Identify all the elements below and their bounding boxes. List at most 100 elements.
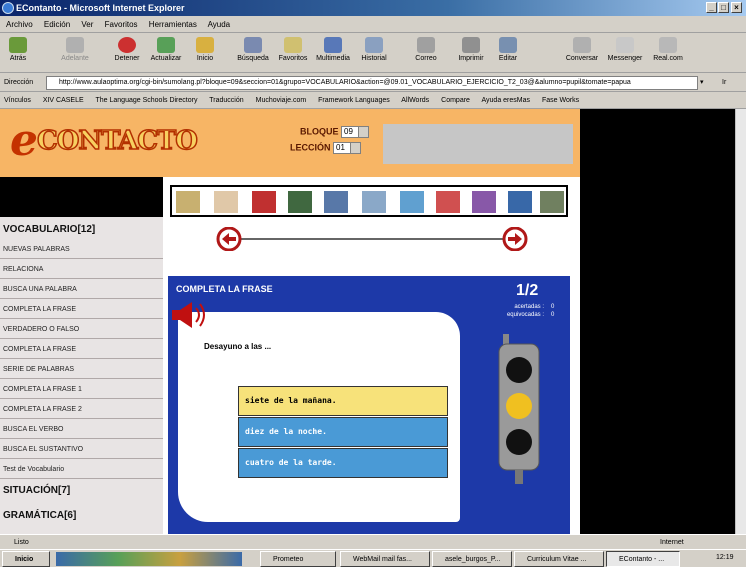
window-title: EContanto - Microsoft Internet Explorer — [16, 3, 185, 13]
sidebar-item[interactable]: COMPLETA LA FRASE — [0, 300, 163, 319]
bloque-row: BLOQUE 09 — [300, 126, 370, 138]
answer-option[interactable]: siete de la mañana. — [238, 386, 448, 416]
chart-icon[interactable] — [252, 191, 276, 213]
mail-button[interactable]: Correo — [410, 35, 442, 71]
sidebar-vocabulario[interactable]: VOCABULARIO[12] — [3, 224, 95, 235]
task-button[interactable]: Prometeo — [260, 551, 336, 567]
sidebar-gramatica[interactable]: GRAMÁTICA[6] — [3, 510, 76, 521]
minimize-button[interactable]: _ — [706, 2, 717, 13]
back-button[interactable]: Atrás — [4, 35, 32, 71]
forward-button[interactable]: Adelante — [58, 35, 92, 71]
menu-favoritos[interactable]: Favoritos — [105, 20, 138, 29]
search-button[interactable]: Búsqueda — [232, 35, 274, 71]
menu-archivo[interactable]: Archivo — [6, 20, 33, 29]
history-button[interactable]: Historial — [356, 35, 392, 71]
vertical-scrollbar[interactable] — [735, 109, 746, 534]
diamond-icon[interactable] — [400, 191, 424, 213]
menu-ver[interactable]: Ver — [81, 20, 93, 29]
pick-icon[interactable] — [176, 191, 200, 213]
favorites-button[interactable]: Favoritos — [274, 35, 312, 71]
sidebar-item[interactable]: Test de Vocabulario — [0, 460, 163, 479]
print-button[interactable]: Imprimir — [454, 35, 488, 71]
clock: 12:19 — [716, 554, 734, 561]
link-item[interactable]: Ayuda eresMas — [482, 97, 531, 104]
task-button[interactable]: Curriculum Vitae ... — [514, 551, 604, 567]
mail-icon — [417, 37, 435, 53]
equivocadas-value: 0 — [551, 312, 555, 318]
link-item[interactable]: XIV CASELE — [43, 97, 84, 104]
traffic-light-icon — [498, 334, 540, 484]
menu-herramientas[interactable]: Herramientas — [149, 20, 197, 29]
address-bar: Dirección http://www.aulaoptima.org/cgi-… — [0, 74, 746, 92]
status-text: Listo — [14, 539, 29, 546]
link-item[interactable]: Muchoviaje.com — [256, 97, 307, 104]
sidebar-situacion[interactable]: SITUACIÓN[7] — [3, 485, 70, 496]
close-button[interactable]: × — [731, 2, 742, 13]
link-item[interactable]: Compare — [441, 97, 470, 104]
edit-button[interactable]: Editar — [494, 35, 522, 71]
building-icon[interactable] — [540, 191, 564, 213]
link-item[interactable]: Fase Works — [542, 97, 579, 104]
go-button[interactable]: Ir — [722, 74, 726, 92]
answer-option[interactable]: cuatro de la tarde. — [238, 448, 448, 478]
address-label: Dirección — [4, 79, 34, 86]
start-button[interactable]: Inicio — [2, 551, 50, 567]
letter-g-icon[interactable] — [436, 191, 460, 213]
edit-icon — [499, 37, 517, 53]
group-icon[interactable] — [472, 191, 496, 213]
right-panel — [580, 109, 735, 534]
pen-icon[interactable] — [324, 191, 348, 213]
next-arrow-button[interactable] — [502, 227, 528, 251]
discuss-button[interactable]: Conversar — [564, 35, 600, 71]
acertadas-value: 0 — [551, 304, 555, 310]
sidebar-item[interactable]: BUSCA EL VERBO — [0, 420, 163, 439]
print-icon — [462, 37, 480, 53]
messenger-icon — [616, 37, 634, 53]
prev-arrow-button[interactable] — [216, 227, 242, 251]
eraser-icon[interactable] — [362, 191, 386, 213]
forward-arrow-icon — [66, 37, 84, 53]
quick-launch-icons[interactable] — [56, 552, 242, 566]
link-item[interactable]: AllWords — [401, 97, 429, 104]
site-logo[interactable]: eCONTACTO — [10, 119, 220, 167]
sidebar-item[interactable]: COMPLETA LA FRASE — [0, 340, 163, 359]
bloque-select[interactable]: 09 — [341, 126, 370, 138]
sidebar-item[interactable]: SERIE DE PALABRAS — [0, 360, 163, 379]
address-dropdown-icon[interactable]: ▾ — [700, 74, 712, 92]
book-icon[interactable] — [508, 191, 532, 213]
header-panel — [383, 124, 573, 164]
sidebar-item[interactable]: RELACIONA — [0, 260, 163, 279]
link-item[interactable]: Framework Languages — [318, 97, 390, 104]
history-icon — [365, 37, 383, 53]
task-button[interactable]: WebMail mail fas... — [340, 551, 430, 567]
menu-ayuda[interactable]: Ayuda — [208, 20, 231, 29]
link-item[interactable]: The Language Schools Directory — [96, 97, 198, 104]
leccion-select[interactable]: 01 — [333, 142, 362, 154]
sidebar-item[interactable]: COMPLETA LA FRASE 2 — [0, 400, 163, 419]
menu-edicion[interactable]: Edición — [44, 20, 70, 29]
home-button[interactable]: Inicio — [190, 35, 220, 71]
home-icon — [196, 37, 214, 53]
address-input[interactable]: http://www.aulaoptima.org/cgi-bin/sumola… — [46, 76, 698, 90]
sidebar-item[interactable]: VERDADERO O FALSO — [0, 320, 163, 339]
people-icon[interactable] — [288, 191, 312, 213]
sidebar-item[interactable]: NUEVAS PALABRAS — [0, 240, 163, 259]
hand-icon[interactable] — [214, 191, 238, 213]
site-header: eCONTACTO BLOQUE 09 LECCIÓN 01 — [0, 109, 580, 177]
sidebar-item[interactable]: BUSCA UNA PALABRA — [0, 280, 163, 299]
sidebar-item[interactable]: BUSCA EL SUSTANTIVO — [0, 440, 163, 459]
speaker-icon[interactable] — [170, 298, 210, 330]
favorites-icon — [284, 37, 302, 53]
realcom-button[interactable]: Real.com — [650, 35, 686, 71]
task-button[interactable]: asele_burgos_P... — [432, 551, 512, 567]
messenger-button[interactable]: Messenger — [604, 35, 646, 71]
exercise-title: COMPLETA LA FRASE — [176, 284, 273, 294]
refresh-button[interactable]: Actualizar — [146, 35, 186, 71]
answer-option[interactable]: diez de la noche. — [238, 417, 448, 447]
stop-button[interactable]: Detener — [110, 35, 144, 71]
task-button-active[interactable]: EContanto - ... — [606, 551, 680, 567]
link-item[interactable]: Traducción — [209, 97, 243, 104]
sidebar-item[interactable]: COMPLETA LA FRASE 1 — [0, 380, 163, 399]
multimedia-button[interactable]: Multimedia — [312, 35, 354, 71]
maximize-button[interactable]: □ — [718, 2, 729, 13]
